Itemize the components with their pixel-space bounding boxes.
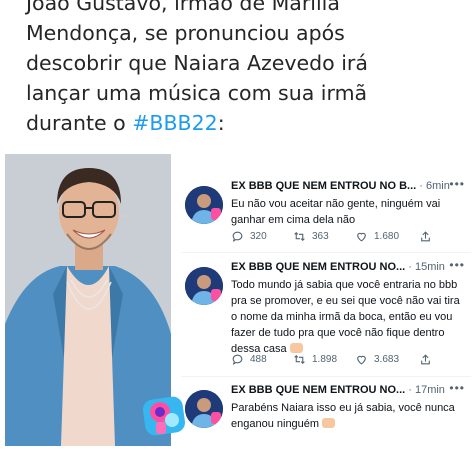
share-icon	[421, 354, 430, 365]
display-name[interactable]: EX BBB QUE NEM ENTROU NO...	[231, 261, 405, 273]
avatar[interactable]	[185, 186, 223, 224]
reply-button[interactable]: 488	[231, 353, 267, 366]
tweet-text: Parabéns Naiara isso eu já sabia, você n…	[231, 402, 455, 430]
divider	[181, 376, 471, 377]
heart-icon	[357, 355, 366, 365]
reply-icon	[232, 354, 243, 365]
retweet-count: 1.898	[312, 354, 338, 365]
headline-line-5-prefix: durante o	[26, 111, 133, 135]
tweet-text: Eu não vou aceitar não gente, ninguém va…	[231, 198, 441, 226]
display-name[interactable]: EX BBB QUE NEM ENTROU NO B...	[231, 180, 416, 192]
like-count: 1.680	[374, 231, 400, 242]
timestamp[interactable]: · 15min	[408, 261, 445, 273]
tweet-actions: 320 363 1.680	[231, 230, 467, 246]
like-button[interactable]: 1.680	[355, 230, 399, 243]
tweet-header: EX BBB QUE NEM ENTROU NO... · 15min •••	[231, 258, 467, 273]
reply-icon	[232, 231, 243, 242]
headline-line-4: lançar uma música com sua irmã	[26, 81, 368, 105]
reply-button[interactable]: 320	[231, 230, 267, 243]
clapping-hands-emoji	[289, 343, 303, 353]
more-dots-icon[interactable]: •••	[449, 381, 465, 395]
more-dots-icon[interactable]: •••	[449, 258, 465, 272]
like-button[interactable]: 3.683	[355, 353, 399, 366]
timestamp[interactable]: · 17min	[408, 384, 445, 396]
clapping-hands-emoji	[322, 418, 336, 428]
tweet-header: EX BBB QUE NEM ENTROU NO B... · 6min •••	[231, 177, 467, 192]
avatar[interactable]	[185, 267, 223, 305]
share-button[interactable]	[419, 230, 432, 243]
retweet-button[interactable]: 1.898	[293, 353, 337, 366]
reply-count: 320	[250, 231, 267, 242]
tweet-header: EX BBB QUE NEM ENTROU NO... · 17min •••	[231, 381, 467, 396]
retweet-icon	[294, 354, 305, 365]
timestamp[interactable]: · 6min	[419, 180, 450, 192]
tweet-card[interactable]: EX BBB QUE NEM ENTROU NO B... · 6min •••…	[181, 177, 471, 260]
tweet-card[interactable]: EX BBB QUE NEM ENTROU NO... · 17min ••• …	[181, 381, 471, 444]
headline-line-2: Mendonça, se pronunciou após	[26, 21, 345, 45]
headline: João Gustavo, irmão de Marília Mendonça,…	[26, 0, 466, 138]
tweet-text-wrapper: Parabéns Naiara isso eu já sabia, você n…	[231, 400, 467, 432]
tweet-card[interactable]: EX BBB QUE NEM ENTROU NO... · 15min ••• …	[181, 258, 471, 376]
retweet-button[interactable]: 363	[293, 230, 329, 243]
tweet-text: Todo mundo já sabia que você entraria no…	[231, 279, 460, 355]
hashtag-link[interactable]: #BBB22	[132, 111, 217, 135]
headline-line-3: descobrir que Naiara Azevedo irá	[26, 51, 368, 75]
more-dots-icon[interactable]: •••	[449, 177, 465, 191]
headline-line-5-suffix: :	[217, 111, 225, 135]
headline-line-5: durante o #BBB22:	[26, 108, 466, 138]
headline-line-1: João Gustavo, irmão de Marília	[26, 0, 340, 15]
tweet-actions: 488 1.898 3.683	[231, 353, 467, 369]
reply-count: 488	[250, 354, 267, 365]
display-name[interactable]: EX BBB QUE NEM ENTROU NO...	[231, 384, 405, 396]
divider	[181, 252, 471, 253]
like-count: 3.683	[374, 354, 400, 365]
avatar[interactable]	[185, 390, 223, 428]
retweet-icon	[294, 231, 305, 242]
share-button[interactable]	[419, 353, 432, 366]
heart-icon	[357, 232, 366, 242]
tweet-text-wrapper: Todo mundo já sabia que você entraria no…	[231, 277, 467, 357]
share-icon	[421, 231, 430, 242]
retweet-count: 363	[312, 231, 329, 242]
